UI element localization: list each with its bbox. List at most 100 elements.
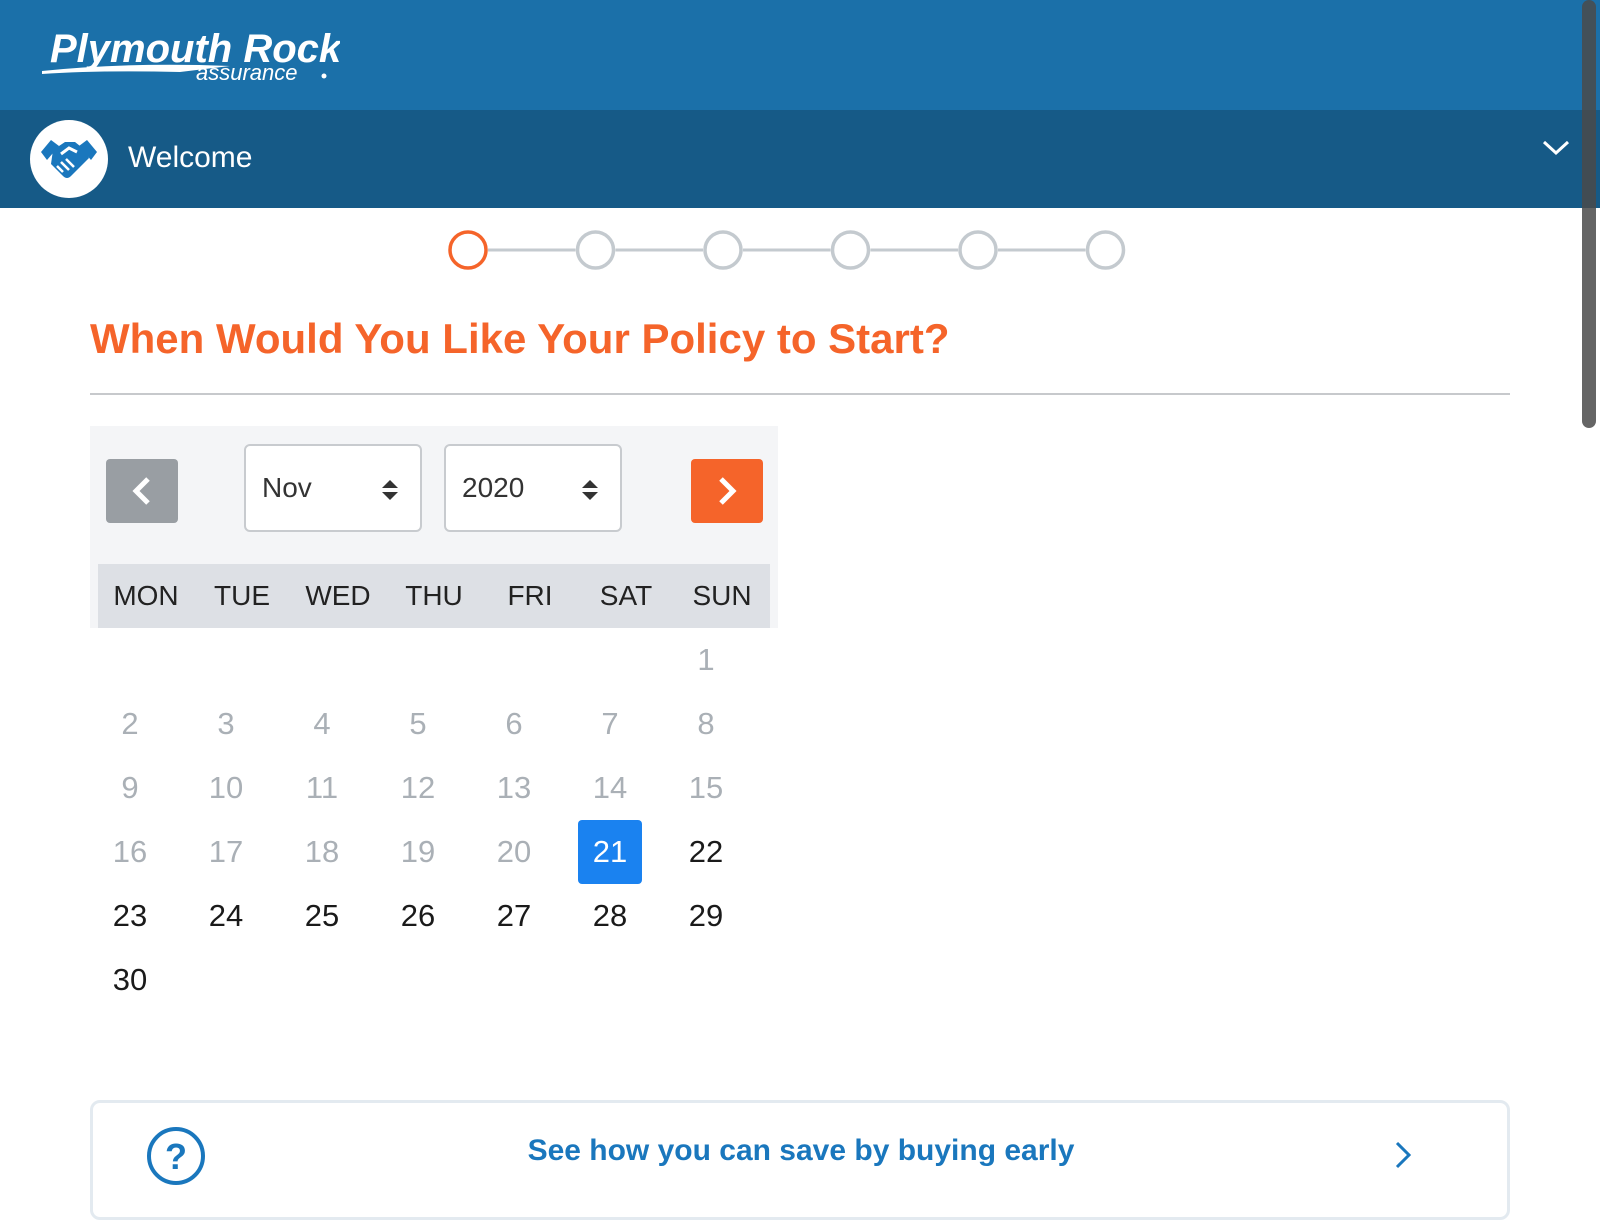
- day-number: 29: [688, 898, 724, 933]
- weekday-label: FRI: [507, 580, 553, 611]
- weekday-label: WED: [305, 580, 371, 611]
- month-select[interactable]: Nov: [244, 444, 422, 532]
- day-number: 12: [400, 770, 436, 805]
- calendar-week: 16 17 18 19 20 21 22: [82, 820, 754, 884]
- day-number: 19: [400, 834, 436, 869]
- day-number: 13: [496, 770, 532, 805]
- empty-day-cell: [178, 628, 274, 692]
- page-title: When Would You Like Your Policy to Start…: [90, 315, 950, 362]
- sort-arrows-icon: [582, 480, 598, 500]
- day-number: 15: [688, 770, 724, 805]
- day-number: 20: [496, 834, 532, 869]
- empty-day-cell: [274, 948, 370, 1012]
- calendar-week: 30: [82, 948, 754, 1012]
- empty-day-cell: [562, 948, 658, 1012]
- day-cell[interactable]: 27: [466, 884, 562, 948]
- empty-day-cell: [370, 628, 466, 692]
- day-cell-disabled: 20: [466, 820, 562, 884]
- day-cell-disabled: 13: [466, 756, 562, 820]
- year-value: 2020: [462, 472, 525, 503]
- step-circle-3: [703, 230, 743, 270]
- day-cell-disabled: 11: [274, 756, 370, 820]
- day-number: 10: [208, 770, 244, 805]
- day-number: 9: [121, 770, 139, 805]
- chevron-down-icon[interactable]: [1541, 136, 1571, 158]
- day-number: 24: [208, 898, 244, 933]
- day-cell-selected[interactable]: 21: [562, 820, 658, 884]
- day-cell[interactable]: 23: [82, 884, 178, 948]
- chevron-left-icon: [132, 477, 150, 505]
- day-number: 2: [121, 706, 139, 741]
- day-cell-disabled: 2: [82, 692, 178, 756]
- chevron-right-icon: [719, 477, 737, 505]
- day-number: 30: [112, 962, 148, 997]
- month-value: Nov: [262, 472, 312, 503]
- step-circle-2: [575, 230, 616, 270]
- day-cell-disabled: 10: [178, 756, 274, 820]
- year-select[interactable]: 2020: [444, 444, 622, 532]
- calendar-header: Nov 2020 MON TUE WED THU FRI SAT SUN: [90, 426, 778, 628]
- day-cell-disabled: 7: [562, 692, 658, 756]
- day-cell[interactable]: 30: [82, 948, 178, 1012]
- next-month-button[interactable]: [691, 459, 763, 523]
- plymouth-rock-logo[interactable]: Plymouth Rock assurance: [40, 22, 343, 92]
- day-cell-disabled: 4: [274, 692, 370, 756]
- step-circle-4: [830, 230, 871, 270]
- calendar-week: 1: [82, 628, 754, 692]
- empty-day-cell: [658, 948, 754, 1012]
- day-cell[interactable]: 24: [178, 884, 274, 948]
- day-number: 3: [217, 706, 235, 741]
- empty-day-cell: [178, 948, 274, 1012]
- empty-day-cell: [274, 628, 370, 692]
- section-title: Welcome: [128, 141, 253, 174]
- day-number: 4: [313, 706, 331, 741]
- weekday-header: MON TUE WED THU FRI SAT SUN: [98, 564, 770, 628]
- tip-link-text[interactable]: See how you can save by buying early: [93, 1133, 1509, 1169]
- day-cell-disabled: 14: [562, 756, 658, 820]
- empty-day-cell: [562, 628, 658, 692]
- weekday-label: SAT: [599, 580, 653, 611]
- day-cell-disabled: 6: [466, 692, 562, 756]
- day-cell-disabled: 1: [658, 628, 754, 692]
- progress-stepper: [448, 228, 1150, 272]
- prev-month-button[interactable]: [106, 459, 178, 523]
- calendar-week: 2 3 4 5 6 7 8: [82, 692, 754, 756]
- day-cell-disabled: 15: [658, 756, 754, 820]
- day-cell-disabled: 5: [370, 692, 466, 756]
- day-cell-disabled: 16: [82, 820, 178, 884]
- empty-day-cell: [82, 628, 178, 692]
- day-cell-disabled: 19: [370, 820, 466, 884]
- empty-day-cell: [466, 948, 562, 1012]
- day-number: 7: [601, 706, 619, 741]
- chevron-right-icon: [1395, 1141, 1412, 1169]
- day-cell[interactable]: 22: [658, 820, 754, 884]
- scrollbar-thumb[interactable]: [1582, 0, 1596, 428]
- logo-subtext: assurance: [196, 60, 298, 85]
- weekday-label: MON: [113, 580, 179, 611]
- calendar-days-grid: 1 2 3 4 5 6 7 8 9 10 11 12 13 14 15 16 17 18 19 20 21 22 23 24 2…: [82, 628, 754, 1012]
- day-number: 11: [305, 770, 339, 805]
- day-number: 8: [697, 706, 715, 741]
- day-number: 25: [304, 898, 340, 933]
- day-number: 28: [592, 898, 628, 933]
- day-cell[interactable]: 28: [562, 884, 658, 948]
- save-early-tip[interactable]: ? See how you can save by buying early: [90, 1100, 1510, 1220]
- day-number: 26: [400, 898, 436, 933]
- title-divider: [90, 393, 1510, 395]
- day-cell[interactable]: 26: [370, 884, 466, 948]
- step-circle-6: [1085, 230, 1126, 270]
- day-number: 18: [304, 834, 340, 869]
- day-cell[interactable]: 29: [658, 884, 754, 948]
- weekday-label: THU: [405, 580, 463, 611]
- day-cell[interactable]: 25: [274, 884, 370, 948]
- day-number: 27: [496, 898, 532, 933]
- top-header: Plymouth Rock assurance: [0, 0, 1600, 110]
- day-number: 16: [112, 834, 148, 869]
- calendar-week: 9 10 11 12 13 14 15: [82, 756, 754, 820]
- day-cell-disabled: 17: [178, 820, 274, 884]
- day-number: 6: [505, 706, 523, 741]
- day-cell-disabled: 12: [370, 756, 466, 820]
- section-bar[interactable]: Welcome: [0, 110, 1600, 208]
- day-number: 23: [112, 898, 148, 933]
- calendar-week: 23 24 25 26 27 28 29: [82, 884, 754, 948]
